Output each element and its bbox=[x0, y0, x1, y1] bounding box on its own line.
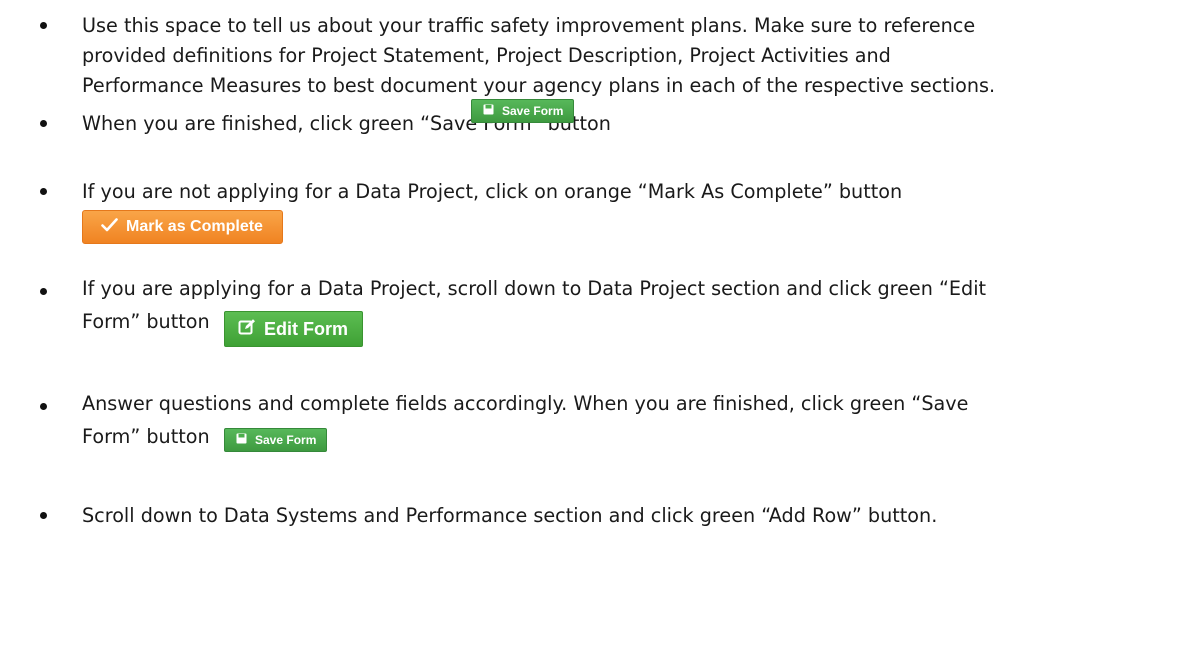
item-text-line: provided definitions for Project Stateme… bbox=[82, 44, 891, 67]
bullet-icon bbox=[40, 403, 47, 410]
save-form-button[interactable]: Save Form bbox=[471, 99, 575, 123]
edit-icon bbox=[238, 318, 256, 341]
item-text-line: If you are not applying for a Data Proje… bbox=[82, 180, 903, 203]
bullet-icon bbox=[40, 512, 47, 519]
bullet-icon bbox=[40, 288, 47, 295]
mark-as-complete-button[interactable]: Mark as Complete bbox=[82, 210, 283, 244]
floppy-disk-icon bbox=[236, 433, 247, 447]
item-text-line: When you are finished, click green “Save… bbox=[82, 112, 611, 135]
save-form-label: Save Form bbox=[502, 104, 564, 118]
edit-form-label: Edit Form bbox=[264, 318, 348, 339]
item-text-line: Performance Measures to best document yo… bbox=[82, 74, 996, 97]
item-text-line: If you are applying for a Data Project, … bbox=[82, 277, 987, 300]
edit-form-button[interactable]: Edit Form bbox=[224, 311, 363, 347]
mark-as-complete-label: Mark as Complete bbox=[126, 218, 263, 235]
bullet-icon bbox=[40, 120, 47, 127]
item-text-line: Use this space to tell us about your tra… bbox=[82, 14, 976, 37]
floppy-disk-icon bbox=[483, 104, 494, 118]
bullet-icon bbox=[40, 188, 47, 195]
bullet-icon bbox=[40, 22, 47, 29]
item-text-line: Scroll down to Data Systems and Performa… bbox=[82, 504, 938, 527]
checkmark-icon bbox=[101, 217, 118, 237]
item-text-line: Answer questions and complete fields acc… bbox=[82, 392, 969, 415]
save-form-label: Save Form bbox=[255, 433, 317, 447]
save-form-button[interactable]: Save Form bbox=[224, 428, 328, 452]
